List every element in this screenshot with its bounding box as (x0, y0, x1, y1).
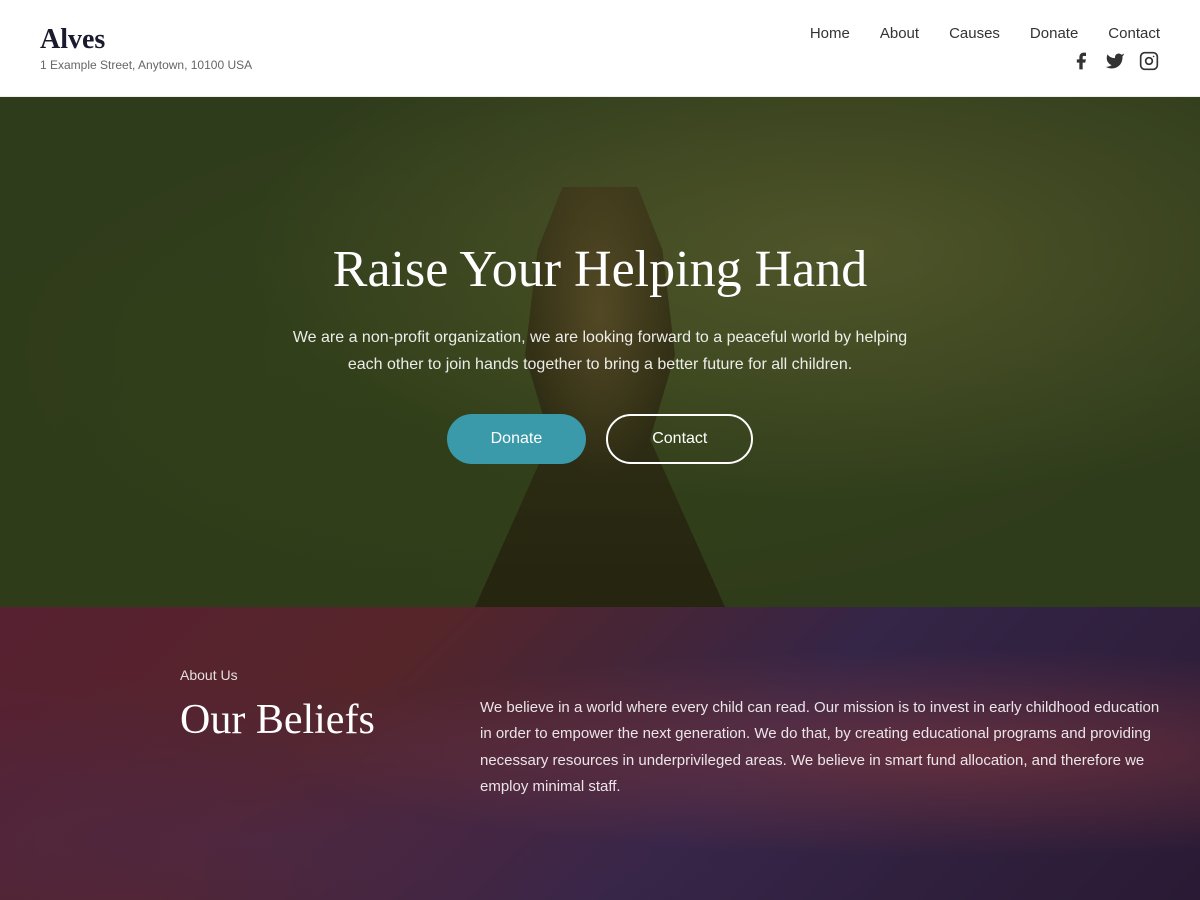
nav-home[interactable]: Home (810, 25, 850, 42)
about-title: Our Beliefs (180, 695, 400, 745)
nav-about[interactable]: About (880, 25, 919, 42)
facebook-icon[interactable] (1070, 50, 1092, 72)
nav-donate[interactable]: Donate (1030, 25, 1078, 42)
contact-button[interactable]: Contact (606, 414, 753, 464)
nav-causes[interactable]: Causes (949, 25, 1000, 42)
hero-section: Raise Your Helping Hand We are a non-pro… (0, 97, 1200, 607)
about-right: We believe in a world where every child … (480, 667, 1160, 800)
hero-subtitle: We are a non-profit organization, we are… (290, 324, 910, 378)
donate-button[interactable]: Donate (447, 414, 587, 464)
header: Alves 1 Example Street, Anytown, 10100 U… (0, 0, 1200, 97)
hero-content: Raise Your Helping Hand We are a non-pro… (270, 240, 930, 464)
brand: Alves 1 Example Street, Anytown, 10100 U… (40, 24, 252, 72)
hero-title: Raise Your Helping Hand (290, 240, 910, 300)
about-content: About Us Our Beliefs We believe in a wor… (0, 607, 1200, 840)
about-left: About Us Our Beliefs (180, 667, 400, 745)
main-nav: Home About Causes Donate Contact (810, 25, 1160, 42)
about-text: We believe in a world where every child … (480, 695, 1160, 800)
hero-buttons: Donate Contact (290, 414, 910, 464)
nav-contact[interactable]: Contact (1108, 25, 1160, 42)
header-right: Home About Causes Donate Contact (810, 25, 1160, 72)
brand-name: Alves (40, 24, 252, 56)
social-icons (1070, 50, 1160, 72)
about-label: About Us (180, 667, 400, 683)
about-section: About Us Our Beliefs We believe in a wor… (0, 607, 1200, 900)
twitter-icon[interactable] (1104, 50, 1126, 72)
brand-address: 1 Example Street, Anytown, 10100 USA (40, 58, 252, 72)
instagram-icon[interactable] (1138, 50, 1160, 72)
